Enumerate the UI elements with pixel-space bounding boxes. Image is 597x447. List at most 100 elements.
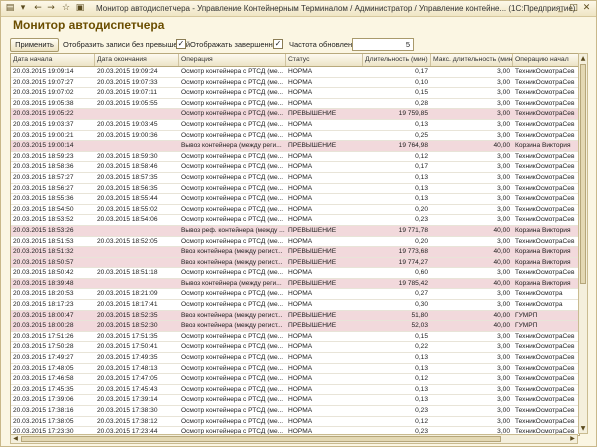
table-row[interactable]: 20.03.2015 19:05:38 20.03.2015 19:05:55 Ос… [11, 99, 579, 110]
cell-operation: Вывоз контейнера (между реги... [181, 142, 282, 150]
col-operation[interactable]: Операция [179, 54, 286, 66]
table-row[interactable]: 20.03.2015 18:53:52 20.03.2015 18:54:06 Ос… [11, 215, 579, 226]
cell-started-by: ТехникОсмотраСев [515, 417, 575, 425]
table-row[interactable]: 20.03.2015 18:51:53 20.03.2015 18:52:05 Ос… [11, 237, 579, 248]
table-row[interactable]: 20.03.2015 18:50:42 20.03.2015 18:51:18 Ос… [11, 268, 579, 279]
col-duration[interactable]: Длительность (мин) [363, 54, 431, 66]
table-row[interactable]: 20.03.2015 17:50:28 20.03.2015 17:50:41 Ос… [11, 342, 579, 354]
app-menu-icon[interactable]: ▤ [5, 3, 15, 13]
cell-start-date: 20.03.2015 18:51:53 [13, 237, 74, 245]
table-row[interactable]: 20.03.2015 18:50:57 Ввоз контейнера (межд… [11, 257, 579, 269]
show-no-exceed-checkbox[interactable]: ✓ [176, 39, 186, 49]
refresh-frequency-input[interactable]: 5 [352, 38, 414, 51]
table-row[interactable]: 20.03.2015 19:03:37 20.03.2015 19:03:45 Ос… [11, 120, 579, 131]
cell-started-by: Корзина Виктория [515, 142, 571, 150]
cell-max-duration: 3,00 [497, 343, 510, 351]
cell-max-duration: 40,00 [493, 279, 510, 287]
table-row[interactable]: 20.03.2015 18:54:50 20.03.2015 18:55:02 Ос… [11, 205, 579, 216]
table-row[interactable]: 20.03.2015 18:20:53 20.03.2015 18:21:09 Ос… [11, 289, 579, 301]
cell-started-by: ТехникОсмотраСев [515, 78, 575, 86]
cell-started-by: ТехникОсмотраСев [515, 120, 575, 128]
table-row[interactable]: 20.03.2015 17:46:58 20.03.2015 17:47:05 Ос… [11, 374, 579, 385]
cell-started-by: ТехникОсмотраСев [515, 396, 575, 404]
table-row[interactable]: 20.03.2015 18:00:47 20.03.2015 18:52:35 Вв… [11, 310, 579, 322]
table-row[interactable]: 20.03.2015 18:57:27 20.03.2015 18:57:35 Ос… [11, 173, 579, 184]
vertical-scroll-thumb[interactable] [580, 64, 586, 284]
cell-max-duration: 3,00 [497, 152, 510, 160]
table-row[interactable]: 20.03.2015 19:00:14 Вывоз контейнера (меж… [11, 141, 579, 152]
cell-max-duration: 3,00 [497, 301, 510, 309]
cell-status: НОРМА [288, 269, 313, 277]
table-row[interactable]: 20.03.2015 18:00:28 20.03.2015 18:52:30 Вв… [11, 321, 579, 332]
cell-max-duration: 3,00 [497, 131, 510, 139]
table-row[interactable]: 20.03.2015 18:58:36 20.03.2015 18:58:46 Ос… [11, 162, 579, 173]
table-row[interactable]: 20.03.2015 18:53:26 Вывоз реф. контейнера… [11, 225, 579, 237]
table-row[interactable]: 20.03.2015 19:07:02 20.03.2015 19:07:11 Ос… [11, 88, 579, 99]
scroll-left-icon[interactable]: ◀ [11, 435, 20, 443]
cell-start-date: 20.03.2015 18:59:23 [13, 152, 74, 160]
close-button[interactable]: ✕ [580, 2, 593, 14]
title-bar[interactable]: ▤ ▾ ← → ☆ ▣ Монитор автодиспетчера - Упр… [1, 1, 596, 17]
dropdown-icon[interactable]: ▾ [18, 3, 28, 13]
maximize-button[interactable]: □ [567, 2, 580, 14]
table-row[interactable]: 20.03.2015 18:39:48 Вывоз контейнера (меж… [11, 278, 579, 290]
window-icon[interactable]: ▣ [75, 3, 85, 13]
table-row[interactable]: 20.03.2015 19:09:14 20.03.2015 19:09:24 Ос… [11, 67, 579, 78]
table-row[interactable]: 20.03.2015 19:00:21 20.03.2015 19:00:36 Ос… [11, 131, 579, 142]
favorite-star-icon[interactable]: ☆ [61, 3, 71, 13]
col-end-date[interactable]: Дата окончания [95, 54, 179, 66]
table-row[interactable]: 20.03.2015 18:56:27 20.03.2015 18:56:35 Ос… [11, 184, 579, 195]
forward-arrow-icon[interactable]: → [46, 3, 56, 13]
cell-status: НОРМА [288, 385, 313, 393]
table-header: Дата начала Дата окончания Операция Стат… [11, 54, 579, 67]
cell-operation: Осмотр контейнера с РТСД (ме... [181, 396, 284, 404]
scroll-down-icon[interactable]: ▼ [579, 424, 587, 433]
back-arrow-icon[interactable]: ← [33, 3, 43, 13]
window-title: Монитор автодиспетчера - Управление Конт… [96, 4, 576, 13]
cell-duration: 0,23 [415, 407, 428, 414]
scroll-right-icon[interactable]: ▶ [568, 435, 577, 443]
table-row[interactable]: 20.03.2015 17:49:27 20.03.2015 17:49:35 Ос… [11, 353, 579, 364]
table-row[interactable]: 20.03.2015 18:55:36 20.03.2015 18:55:44 Ос… [11, 194, 579, 205]
cell-started-by: ТехникОсмотраСев [515, 237, 575, 245]
cell-duration: 0,13 [415, 354, 428, 362]
table-row[interactable]: 20.03.2015 17:39:06 20.03.2015 17:39:14 Ос… [11, 395, 579, 406]
table-row[interactable]: 20.03.2015 19:05:22 Осмотр контейнера с Р… [11, 109, 579, 120]
table-row[interactable]: 20.03.2015 17:48:05 20.03.2015 17:48:13 Ос… [11, 364, 579, 375]
horizontal-scrollbar[interactable]: ◀ ▶ [10, 434, 578, 444]
cell-end-date: 20.03.2015 19:03:45 [97, 120, 158, 128]
cell-start-date: 20.03.2015 18:56:27 [13, 184, 74, 192]
cell-start-date: 20.03.2015 17:45:35 [13, 385, 74, 393]
cell-max-duration: 3,00 [497, 78, 510, 86]
show-completed-checkbox[interactable]: ✓ [273, 39, 283, 49]
table-row[interactable]: 20.03.2015 17:51:26 20.03.2015 17:51:35 Ос… [11, 332, 579, 343]
scroll-up-icon[interactable]: ▲ [579, 54, 587, 63]
cell-start-date: 20.03.2015 17:49:27 [13, 354, 74, 362]
col-max-duration[interactable]: Макс. длительность (мин) [431, 54, 513, 66]
col-status[interactable]: Статус [286, 54, 363, 66]
table-row[interactable]: 20.03.2015 19:07:27 20.03.2015 19:07:33 Ос… [11, 78, 579, 89]
cell-started-by: ТехникОсмотраСев [515, 89, 575, 97]
cell-status: НОРМА [288, 290, 313, 298]
cell-end-date: 20.03.2015 17:38:30 [97, 407, 158, 414]
table-row[interactable]: 20.03.2015 18:51:32 Ввоз контейнера (межд… [11, 247, 579, 258]
cell-status: ПРЕВЫШЕНИЕ [288, 258, 337, 266]
table-row[interactable]: 20.03.2015 18:59:23 20.03.2015 18:59:30 Ос… [11, 152, 579, 163]
table-row[interactable]: 20.03.2015 17:38:16 20.03.2015 17:38:30 Ос… [11, 406, 579, 417]
table-row[interactable]: 20.03.2015 17:45:35 20.03.2015 17:45:43 Ос… [11, 385, 579, 396]
cell-status: ПРЕВЫШЕНИЕ [288, 279, 337, 287]
cell-max-duration: 40,00 [493, 142, 510, 150]
vertical-scrollbar[interactable]: ▲ ▼ [578, 53, 588, 434]
cell-started-by: ТехникОсмотраСев [515, 375, 575, 383]
col-started-by[interactable]: Операцию начал [513, 54, 579, 66]
horizontal-scroll-thumb[interactable] [21, 436, 501, 442]
minimize-button[interactable]: _ [554, 2, 567, 14]
table-row[interactable]: 20.03.2015 18:17:23 20.03.2015 18:17:41 Ос… [11, 300, 579, 311]
apply-button[interactable]: Применить [10, 38, 59, 52]
cell-max-duration: 3,00 [497, 163, 510, 171]
cell-start-date: 20.03.2015 17:51:26 [13, 332, 74, 340]
cell-end-date: 20.03.2015 17:39:14 [97, 396, 158, 404]
table-row[interactable]: 20.03.2015 17:38:05 20.03.2015 17:38:12 Ос… [11, 417, 579, 428]
col-start-date[interactable]: Дата начала [11, 54, 95, 66]
app-window: ▤ ▾ ← → ☆ ▣ Монитор автодиспетчера - Упр… [0, 0, 597, 447]
